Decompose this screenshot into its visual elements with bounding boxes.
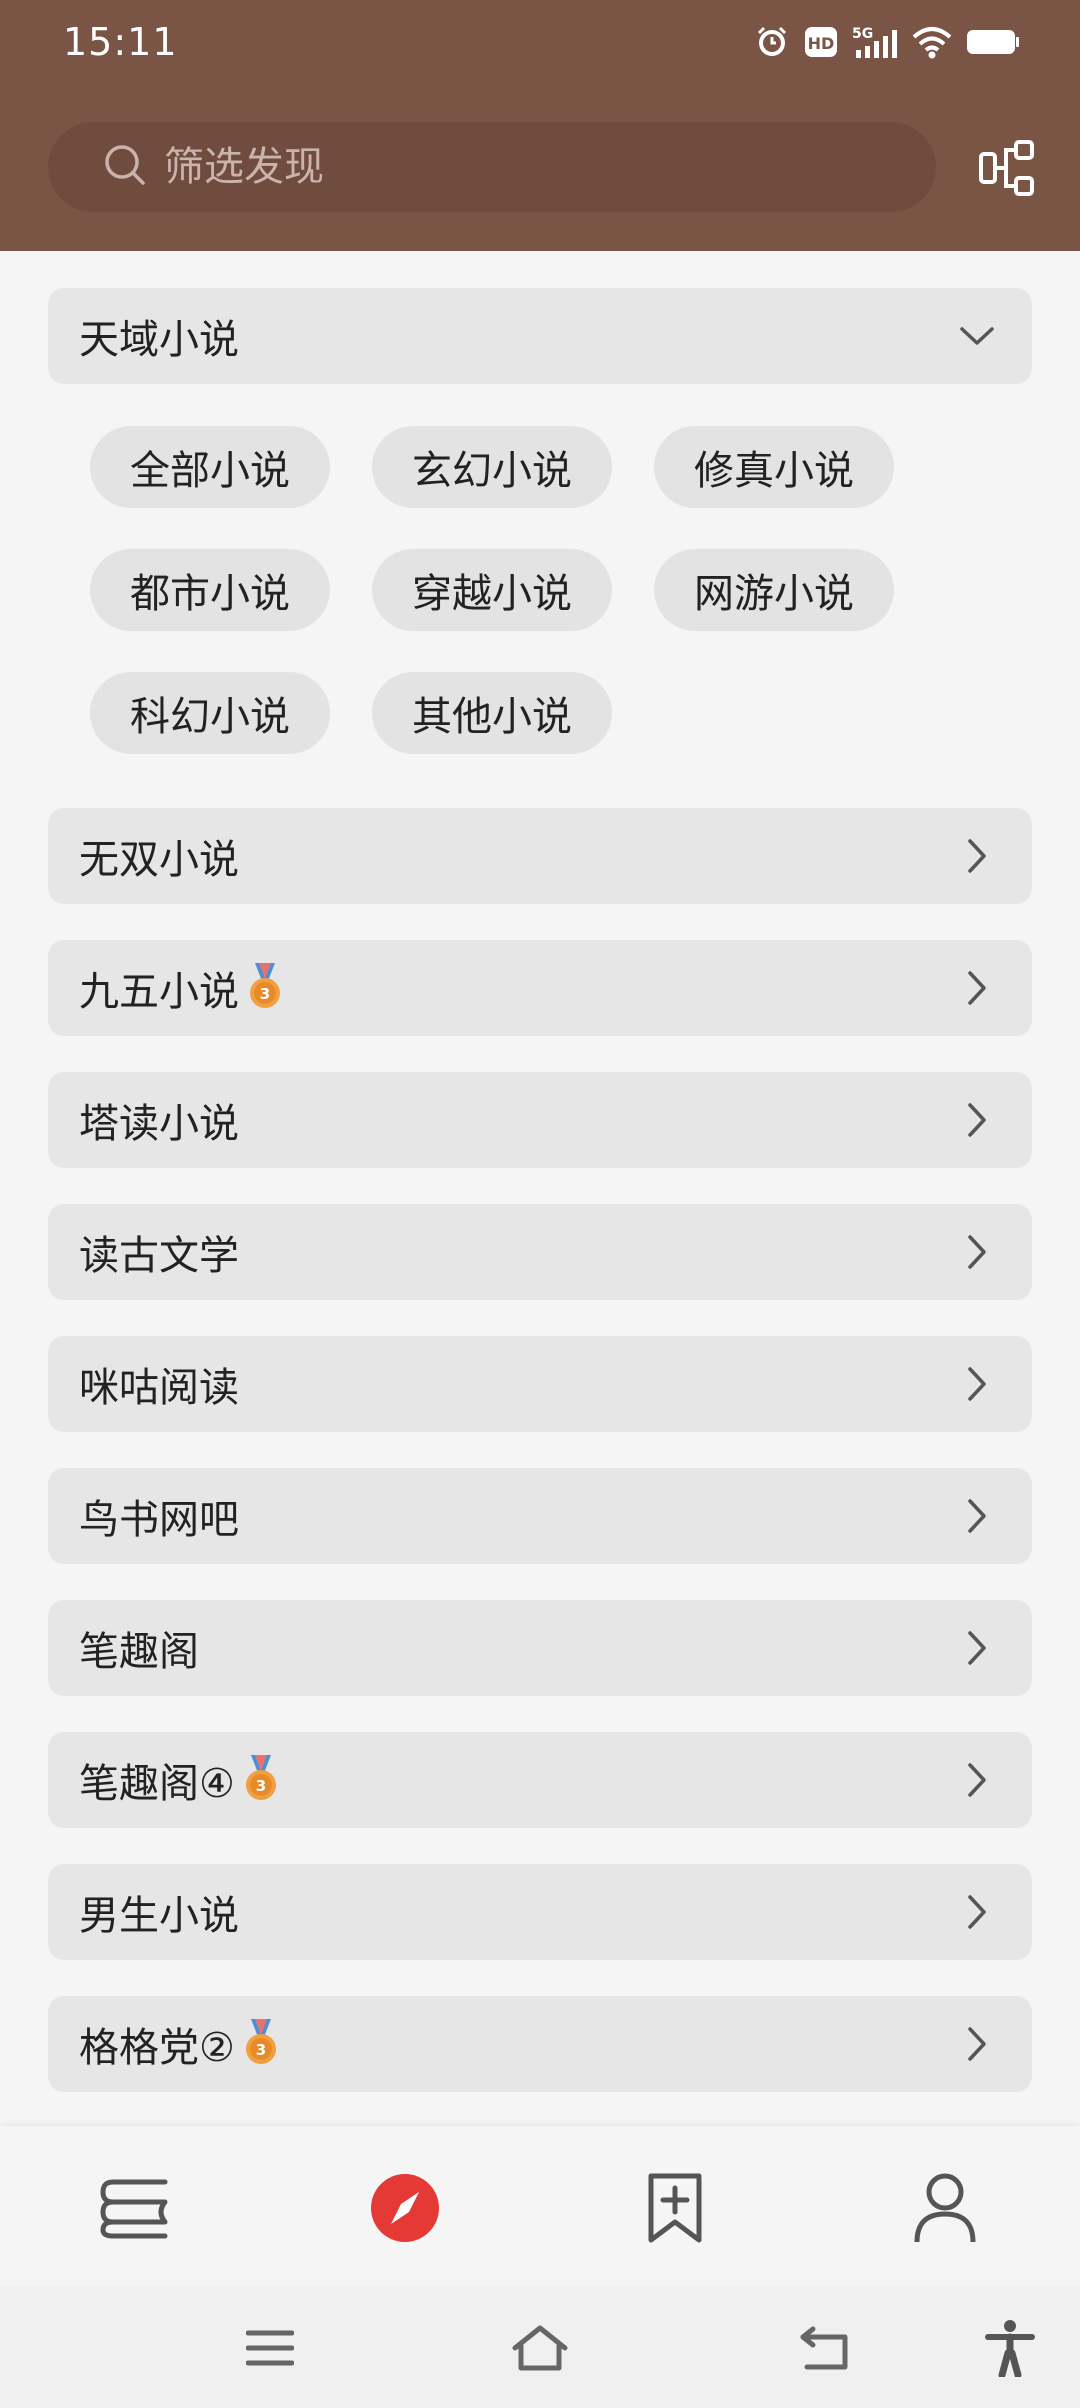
system-home-button[interactable] [510,2320,570,2380]
chevron-right-icon [960,1367,994,1401]
chevron-right-icon [960,1235,994,1269]
discover-compass-icon [369,2172,441,2248]
tree-structure-icon [978,138,1038,202]
app-header: 15:11 HD 5G [0,0,1080,251]
search-bar[interactable] [48,122,936,212]
search-input[interactable] [164,144,864,190]
home-icon [511,2324,569,2376]
group-row[interactable]: 笔趣阁④ 3 [48,1732,1032,1828]
group-row[interactable]: 鸟书网吧 [48,1468,1032,1564]
tree-structure-button[interactable] [976,138,1040,202]
discover-list: 天域小说 全部小说 玄幻小说 修真小说 都市小说 穿越小说 网游小说 科幻小说 … [0,251,1080,2126]
svg-text:3: 3 [256,2041,266,2059]
group-title: 天域小说 [79,317,239,363]
status-icons: HD 5G [754,22,1020,62]
chevron-right-icon [960,2027,994,2061]
system-nav-bar [0,2286,1080,2408]
profile-icon [913,2172,977,2248]
status-bar: 15:11 HD 5G [0,0,1080,86]
group-title: 格格党② [79,2025,235,2071]
chevron-right-icon [960,1499,994,1533]
bronze-medal-icon: 3 [241,2017,281,2071]
system-back-button[interactable] [795,2320,855,2380]
chevron-right-icon [960,1763,994,1797]
nav-profile[interactable] [905,2170,985,2250]
bronze-medal-icon: 3 [245,961,285,1015]
category-chip[interactable]: 穿越小说 [372,549,612,631]
bookmark-add-icon [645,2172,705,2248]
category-chip[interactable]: 网游小说 [654,549,894,631]
category-chip[interactable]: 科幻小说 [90,672,330,754]
category-chip[interactable]: 其他小说 [372,672,612,754]
chevron-right-icon [960,1895,994,1929]
group-row-expanded[interactable]: 天域小说 [48,288,1032,384]
group-title: 无双小说 [79,837,239,883]
group-title: 九五小说 [79,969,239,1015]
accessibility-button[interactable] [980,2320,1040,2380]
group-title: 男生小说 [79,1893,239,1939]
group-row[interactable]: 塔读小说 [48,1072,1032,1168]
5g-signal-icon: 5G [852,24,898,60]
group-row[interactable]: 九五小说 3 [48,940,1032,1036]
category-chip[interactable]: 都市小说 [90,549,330,631]
alarm-icon [754,24,790,60]
category-chip[interactable]: 玄幻小说 [372,426,612,508]
bookshelf-icon [99,2174,173,2246]
group-title: 笔趣阁 [79,1629,199,1675]
group-row[interactable]: 咪咕阅读 [48,1336,1032,1432]
chevron-right-icon [960,1631,994,1665]
group-title: 笔趣阁④ [79,1761,235,1807]
group-row[interactable]: 无双小说 [48,808,1032,904]
category-chip[interactable]: 全部小说 [90,426,330,508]
battery-icon [966,27,1020,57]
group-title: 咪咕阅读 [79,1365,239,1411]
bronze-medal-icon: 3 [241,1753,281,1807]
accessibility-icon [984,2319,1036,2381]
svg-text:5G: 5G [852,26,873,42]
status-time: 15:11 [63,20,178,64]
svg-text:HD: HD [808,34,835,53]
nav-bookshelf[interactable] [96,2170,176,2250]
group-title: 塔读小说 [79,1101,239,1147]
svg-text:3: 3 [260,985,270,1003]
group-row[interactable]: 格格党② 3 [48,1996,1032,2092]
group-row[interactable]: 笔趣阁 [48,1600,1032,1696]
search-icon [102,142,148,192]
nav-discover[interactable] [365,2170,445,2250]
hd-icon: HD [804,26,838,58]
chevron-right-icon [960,1103,994,1137]
menu-icon [245,2329,295,2371]
group-title: 鸟书网吧 [79,1497,239,1543]
group-row[interactable]: 读古文学 [48,1204,1032,1300]
bottom-nav [0,2126,1080,2286]
chevron-down-icon [960,319,994,353]
chevron-right-icon [960,971,994,1005]
group-title: 读古文学 [79,1233,239,1279]
wifi-icon [912,25,952,59]
category-chip[interactable]: 修真小说 [654,426,894,508]
group-row[interactable]: 男生小说 [48,1864,1032,1960]
system-menu-button[interactable] [240,2320,300,2380]
svg-text:3: 3 [256,1777,266,1795]
nav-bookmark[interactable] [635,2170,715,2250]
chevron-right-icon [960,839,994,873]
back-icon [799,2325,851,2375]
